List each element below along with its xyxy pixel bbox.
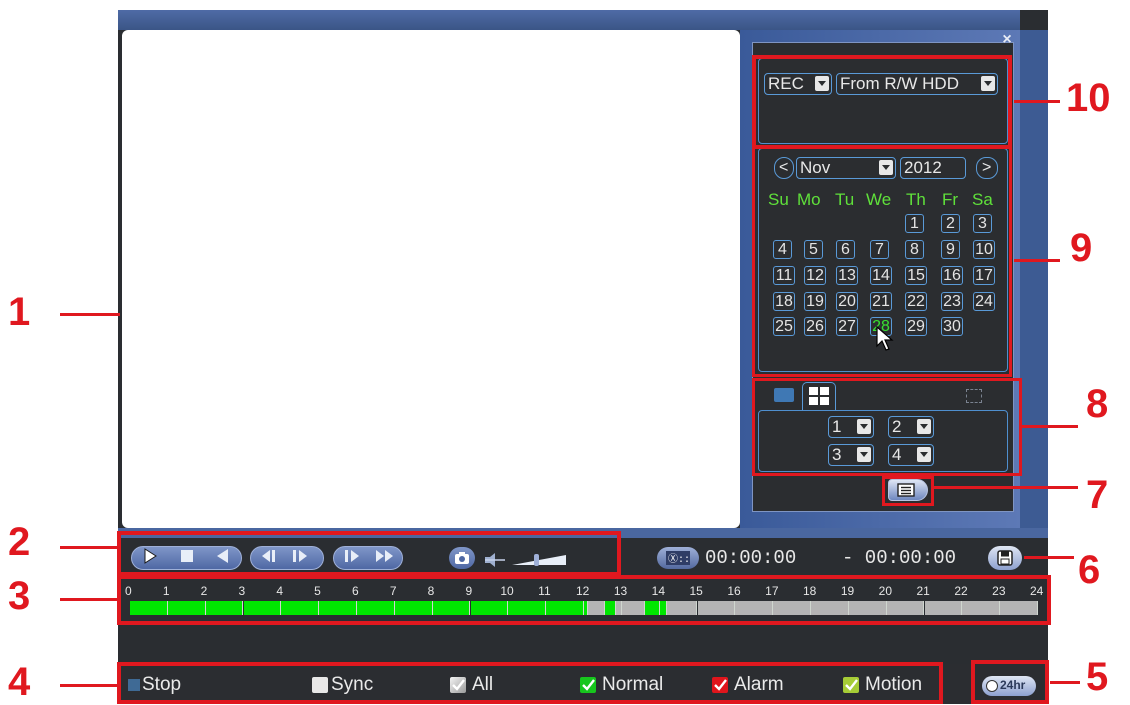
callout-6: 6 — [1078, 548, 1101, 592]
highlight-box-9 — [752, 145, 1012, 377]
callout-4: 4 — [8, 660, 31, 704]
callout-5: 5 — [1086, 655, 1109, 699]
callout-line-7 — [934, 486, 1078, 489]
highlight-box-5 — [971, 660, 1049, 704]
backup-button[interactable] — [988, 546, 1022, 570]
callout-8: 8 — [1086, 382, 1109, 426]
callout-line-10 — [1014, 100, 1060, 103]
save-icon — [997, 550, 1013, 566]
highlight-box-3 — [117, 575, 1051, 625]
clip-button[interactable]: Ⓧ:: — [657, 547, 699, 569]
callout-7: 7 — [1086, 473, 1109, 517]
title-bar — [118, 10, 1020, 30]
callout-line-6 — [1024, 556, 1074, 559]
svg-text:Ⓧ::: Ⓧ:: — [668, 553, 690, 565]
video-display-area[interactable] — [122, 30, 740, 528]
time-start: 00:00:00 — [705, 547, 797, 569]
scissors-icon: Ⓧ:: — [666, 551, 690, 565]
callout-line-8 — [1022, 425, 1078, 428]
callout-line-9 — [1014, 259, 1060, 262]
callout-line-5 — [1050, 681, 1080, 684]
callout-9: 9 — [1070, 226, 1093, 270]
callout-line-1 — [60, 313, 120, 316]
callout-10: 10 — [1066, 76, 1111, 120]
side-panel-edge — [1020, 30, 1048, 528]
highlight-box-2 — [117, 531, 621, 576]
highlight-box-4 — [117, 662, 943, 704]
close-icon[interactable]: × — [998, 32, 1016, 48]
time-end: - 00:00:00 — [842, 547, 957, 569]
callout-line-3 — [60, 598, 118, 601]
callout-line-2 — [60, 546, 118, 549]
callout-2: 2 — [8, 520, 31, 564]
highlight-box-10 — [752, 55, 1012, 149]
callout-line-4 — [60, 684, 118, 687]
callout-3: 3 — [8, 574, 31, 618]
highlight-box-7 — [882, 476, 934, 506]
callout-1: 1 — [8, 290, 31, 334]
highlight-box-8 — [752, 378, 1022, 476]
